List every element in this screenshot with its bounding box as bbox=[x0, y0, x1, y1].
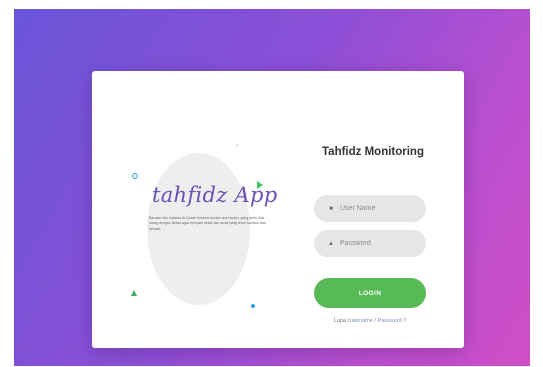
login-button[interactable]: LOGIN bbox=[314, 278, 426, 308]
forgot-credentials: Lupa Username / Password ? bbox=[314, 318, 426, 324]
decor-dot bbox=[236, 144, 239, 147]
page-background: tahfidz App Bacaan dan hafalan Al-Quran … bbox=[14, 9, 530, 366]
decor-ring-icon bbox=[132, 173, 138, 179]
password-input[interactable] bbox=[340, 240, 420, 247]
decor-dot-blue bbox=[251, 304, 255, 308]
decor-triangle-up-icon bbox=[131, 290, 137, 296]
page-title: Tahfidz Monitoring bbox=[322, 146, 424, 158]
app-description: Bacaan dan hafalan Al-Quran beserta isi … bbox=[149, 216, 266, 231]
login-card: tahfidz App Bacaan dan hafalan Al-Quran … bbox=[92, 71, 464, 348]
forgot-username-link[interactable]: Username bbox=[348, 318, 373, 324]
password-field[interactable]: ▲ bbox=[314, 230, 426, 257]
user-icon: ■ bbox=[329, 205, 333, 212]
username-field[interactable]: ■ bbox=[314, 195, 426, 222]
username-input[interactable] bbox=[340, 205, 420, 212]
app-logo: tahfidz App bbox=[152, 183, 278, 207]
forgot-prefix: Lupa bbox=[333, 318, 346, 324]
lock-icon: ▲ bbox=[328, 240, 334, 247]
forgot-password-link[interactable]: Password ? bbox=[378, 318, 407, 324]
